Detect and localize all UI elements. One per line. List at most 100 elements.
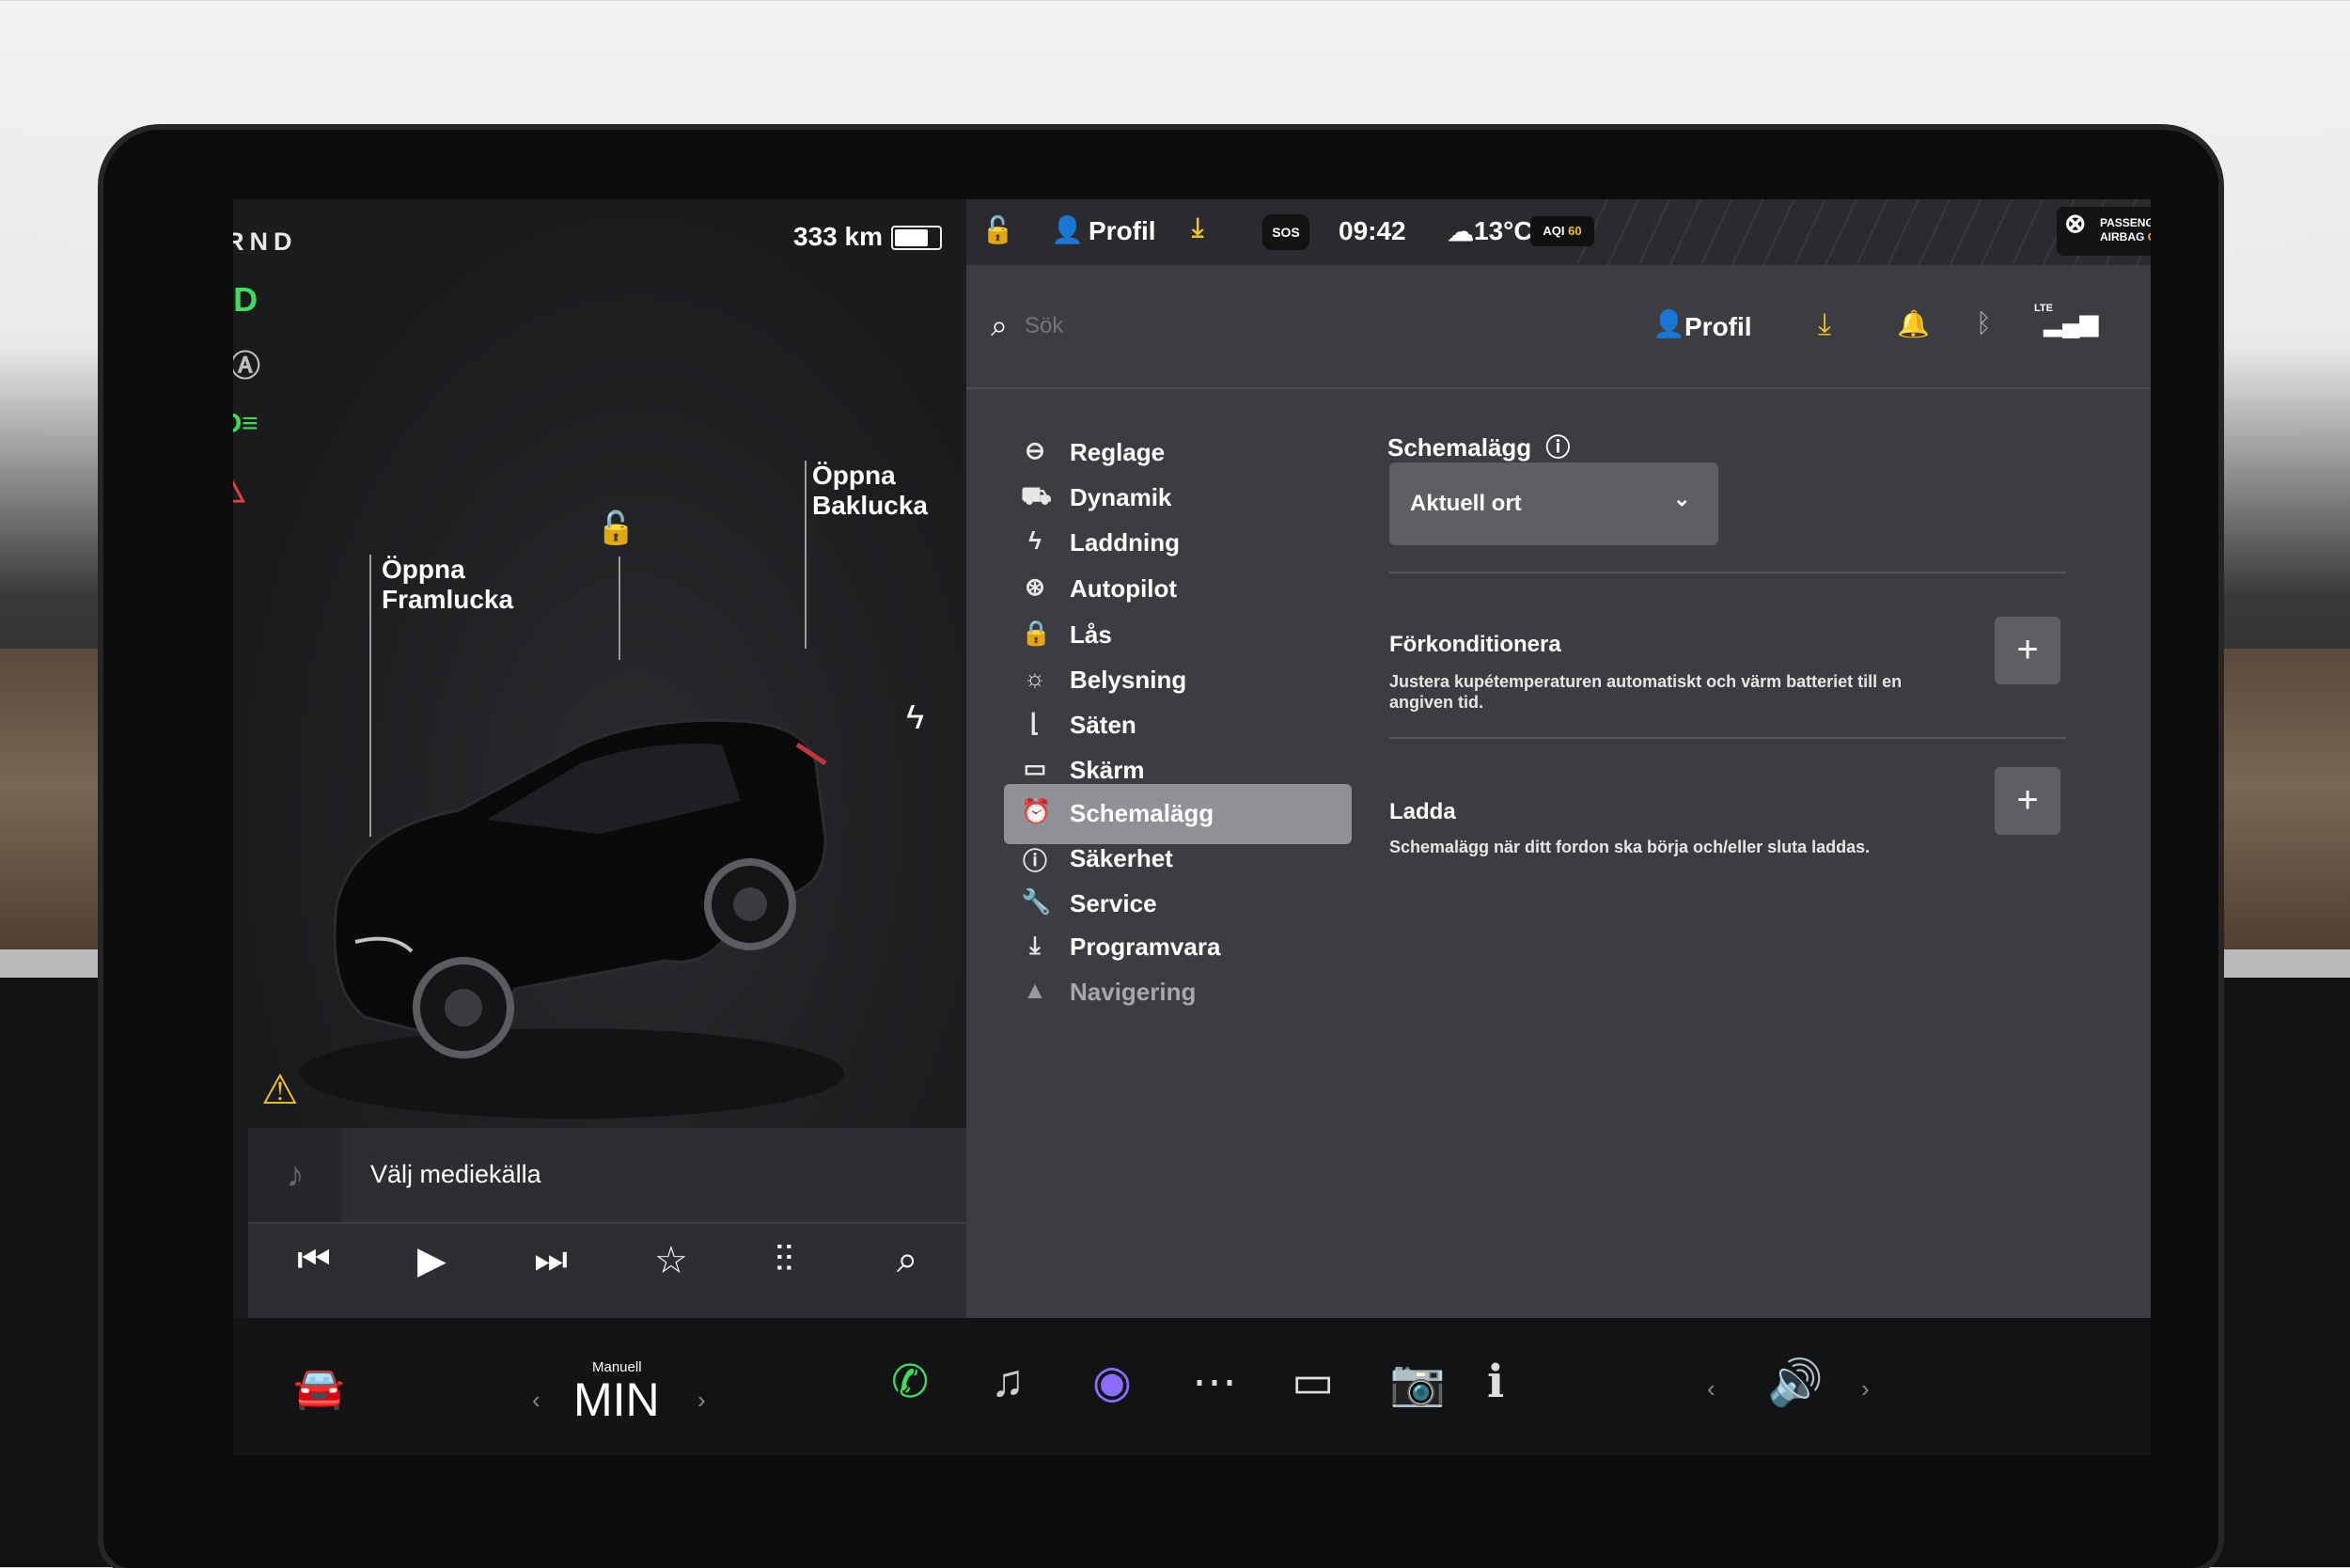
download-icon[interactable]: ⤓ (1192, 212, 1203, 243)
preconditioning-option: Förkonditionera Justera kupétemperaturen… (1389, 632, 1953, 713)
touchscreen: PRND 333 km ≣D ≣Ⓐ ≡D≡ ⚠ Öppna Framlucka … (233, 199, 2151, 1455)
panel-title: Schemalägg ⓘ (1387, 429, 1570, 463)
wrench-icon: 🔧 (1021, 887, 1052, 916)
volume-icon[interactable]: 🔊 (1767, 1356, 1824, 1409)
settings-header: ⌕ 👤 Profil ⤓ 🔔 ᛒ LTE ▂▄▆ (966, 265, 2151, 389)
notification-bell-icon[interactable]: 🔔 (1897, 308, 1930, 339)
panel-divider (1389, 572, 2066, 573)
trunk-label-line1: Öppna (812, 461, 896, 490)
nav-label: Programvara (1070, 933, 1221, 961)
status-bar: 🔓 👤 Profil ⤓ SOS 09:42 ☁ 13°C AQI 60 ⊗ P… (966, 199, 2151, 265)
nav-label: Säten (1070, 711, 1136, 739)
nav-label: Laddning (1070, 528, 1180, 557)
nav-label: Service (1070, 889, 1157, 917)
equalizer-icon[interactable]: ⫶⫶ (775, 1239, 793, 1281)
media-player: ♪ Välj mediekälla ⏮ ▶ ⏭ ☆ ⫶⫶ ⌕ (248, 1128, 972, 1324)
header-profile-icon[interactable]: 👤 (1653, 308, 1685, 339)
aqi-badge: AQI 60 (1530, 216, 1594, 246)
header-profile-label[interactable]: Profil (1684, 312, 1752, 342)
gear-indicator: PRND (233, 227, 298, 256)
info-icon[interactable]: ⓘ (1545, 433, 1570, 462)
weather-cloud-icon: ☁ (1448, 217, 1474, 246)
car-icon[interactable]: 🚘 (293, 1363, 345, 1412)
info-circle-icon: ⓘ (1022, 847, 1047, 875)
unlock-icon[interactable]: 🔓 (596, 510, 635, 547)
settings-pane: 🔓 👤 Profil ⤓ SOS 09:42 ☁ 13°C AQI 60 ⊗ P… (966, 199, 2151, 1318)
add-charge-schedule-button[interactable]: + (1995, 767, 2060, 835)
add-preconditioning-button[interactable]: + (1995, 617, 2060, 684)
cellular-signal-icon: ▂▄▆ (2044, 308, 2099, 337)
location-select-value: Aktuell ort (1410, 491, 1522, 516)
nav-label: Säkerhet (1070, 844, 1173, 872)
previous-track-icon[interactable]: ⏮ (297, 1239, 331, 1281)
airbag-line2: AIRBAG ON (2100, 230, 2151, 244)
more-apps-icon[interactable]: ⋯ (1192, 1356, 1237, 1408)
trunk-callout-line (805, 461, 807, 649)
bottom-dock: 🚘 ‹ Manuell MIN › ✆ ♫ ◉ ⋯ ▭ 📷 ℹ ‹ 🔊 › (233, 1318, 2151, 1455)
manual-info-icon[interactable]: ℹ (1487, 1356, 1504, 1408)
climate-value[interactable]: MIN (573, 1372, 660, 1427)
clock: 09:42 (1339, 216, 1406, 245)
steering-wheel-icon: ⊛ (1025, 572, 1045, 601)
nav-label: Schemalägg (1070, 799, 1214, 827)
aqi-label: AQI (1543, 224, 1565, 238)
media-source-row[interactable]: ♪ Välj mediekälla (248, 1128, 972, 1224)
charge-schedule-option: Ladda Schemalägg när ditt fordon ska bör… (1389, 799, 1953, 857)
battery-icon (891, 226, 942, 250)
display-icon: ▭ (1023, 754, 1047, 782)
lock-icon: 🔒 (1021, 619, 1052, 647)
charge-schedule-title: Ladda (1389, 799, 1456, 824)
panel-title-text: Schemalägg (1387, 433, 1532, 462)
navigation-arrow-icon: ▲ (1023, 976, 1047, 1004)
favorite-star-icon[interactable]: ☆ (654, 1239, 688, 1282)
settings-search-input[interactable] (1023, 306, 1496, 346)
frunk-label-line2: Framlucka (382, 585, 514, 614)
location-select[interactable]: Aktuell ort ⌄ (1389, 463, 1718, 545)
passenger-airbag-status: ⊗ PASSENGER AIRBAG ON (2057, 207, 2151, 256)
frunk-open-label[interactable]: Öppna Framlucka (382, 555, 513, 615)
lightning-bolt-icon: ϟ (1028, 526, 1042, 555)
airbag-icon: ⊗ (2064, 209, 2087, 238)
airbag-line1: PASSENGER (2100, 216, 2151, 229)
music-icon[interactable]: ♫ (991, 1356, 1025, 1407)
charge-port-icon[interactable]: ϟ (906, 698, 924, 737)
nav-item-navigering[interactable]: ▲ Navigering (1004, 963, 1352, 1023)
car-icon: ⛟ (1021, 481, 1052, 510)
climate-increase-icon[interactable]: › (697, 1386, 706, 1415)
battery-level (895, 229, 928, 246)
media-source-label: Välj mediekälla (370, 1160, 541, 1188)
nav-label: Navigering (1070, 978, 1197, 1006)
status-profile-label[interactable]: Profil (1089, 216, 1156, 246)
bluetooth-icon[interactable]: ᛒ (1976, 308, 1992, 338)
charge-schedule-description: Schemalägg när ditt fordon ska börja och… (1389, 838, 1871, 856)
alarm-clock-icon: ⏰ (1021, 797, 1052, 825)
panel-divider (1389, 737, 2066, 739)
aqi-value: 60 (1568, 224, 1582, 238)
camera-lens-icon[interactable]: ◉ (1092, 1356, 1132, 1408)
preconditioning-title: Förkonditionera (1389, 632, 1561, 657)
download-icon: ⤓ (1029, 931, 1041, 959)
media-search-icon[interactable]: ⌕ (897, 1239, 917, 1281)
volume-up-chevron-icon[interactable]: › (1861, 1374, 1870, 1403)
nav-label: Autopilot (1070, 574, 1178, 603)
nav-label: Belysning (1070, 666, 1187, 694)
trunk-open-label[interactable]: Öppna Baklucka (812, 461, 928, 521)
nav-label: Skärm (1070, 756, 1145, 784)
phone-icon[interactable]: ✆ (891, 1356, 929, 1408)
next-track-icon[interactable]: ⏭ (534, 1239, 568, 1281)
warning-icon[interactable]: ⚠ (261, 1066, 298, 1114)
play-icon[interactable]: ▶ (417, 1239, 446, 1282)
calendar-icon[interactable]: ▭ (1292, 1356, 1334, 1408)
frunk-label-line1: Öppna (382, 555, 465, 584)
seat-icon: ⌊ (1029, 709, 1041, 737)
profile-icon[interactable]: 👤 (1051, 214, 1084, 245)
sos-button[interactable]: SOS (1262, 214, 1309, 250)
lock-status-icon[interactable]: 🔓 (981, 214, 1014, 245)
dashcam-icon[interactable]: 📷 (1389, 1356, 1446, 1409)
chevron-down-icon: ⌄ (1673, 487, 1691, 510)
seatbelt-warning-icon: ⚠ (233, 468, 246, 511)
climate-decrease-icon[interactable]: ‹ (532, 1386, 540, 1415)
header-download-icon[interactable]: ⤓ (1818, 306, 1831, 342)
volume-down-chevron-icon[interactable]: ‹ (1707, 1374, 1716, 1403)
parking-lights-icon: ≡D≡ (233, 408, 258, 439)
